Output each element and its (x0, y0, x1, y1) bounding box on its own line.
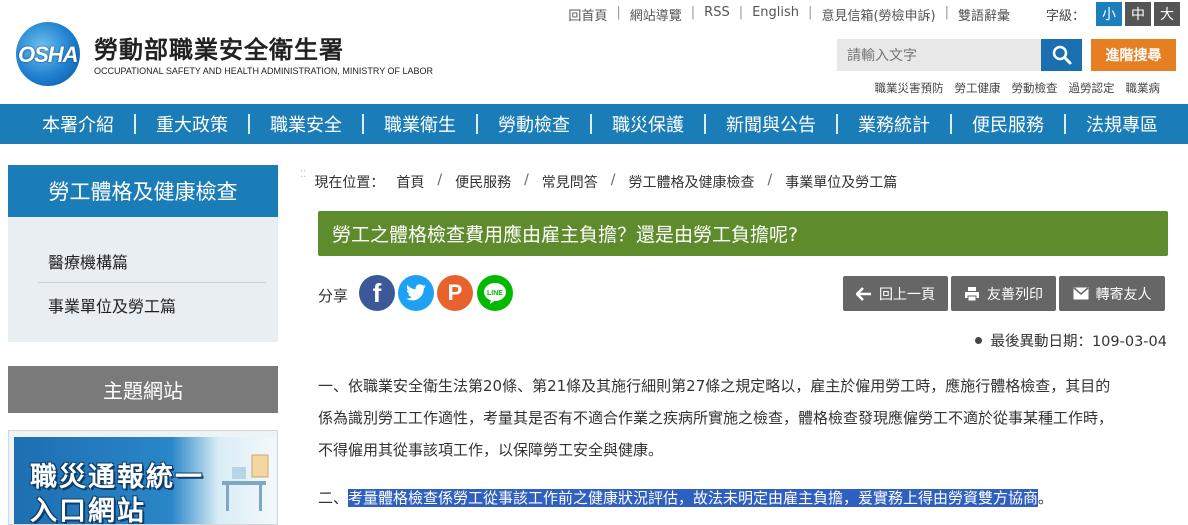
nav-divider (134, 114, 136, 134)
arrow-left-icon (856, 286, 871, 301)
print-label: 友善列印 (987, 286, 1043, 303)
nav-item-news[interactable]: 新聞與公告 (726, 104, 816, 144)
main-nav: 本署介紹 重大政策 職業安全 職業衛生 勞動檢查 職災保護 新聞與公告 業務統計… (0, 104, 1188, 144)
paragraph-line: 一、依職業安全衛生法第20條、第21條及其施行細則第27條之規定略以，雇主於僱用… (318, 377, 1111, 395)
answer-paragraph-1: 一、依職業安全衛生法第20條、第21條及其施行細則第27條之規定略以，雇主於僱用… (318, 370, 1170, 466)
office-illustration-icon (222, 454, 269, 511)
breadcrumb-label: 現在位置： (314, 175, 385, 191)
page-title: 勞工之體格檢查費用應由雇主負擔？還是由勞工負擔呢? (318, 211, 1168, 256)
nav-divider (476, 114, 478, 134)
quick-link-health[interactable]: 勞工健康 (955, 80, 1001, 96)
back-button[interactable]: 回上一頁 (843, 276, 948, 311)
forward-button[interactable]: 轉寄友人 (1059, 276, 1165, 311)
share-label: 分享 (318, 287, 349, 305)
font-size-label: 字級： (1045, 8, 1085, 24)
logo-text: OSHA (18, 42, 79, 67)
selected-text[interactable]: 考量體格檢查係勞工從事該工作前之健康狀況評估，故法未明定由雇主負擔，爰實務上得由… (348, 489, 1039, 507)
top-link-rss[interactable]: RSS (704, 5, 730, 24)
nav-item-safety[interactable]: 職業安全 (270, 104, 342, 144)
sidebar-divider (38, 282, 266, 283)
nav-item-regulations[interactable]: 法規專區 (1086, 104, 1158, 144)
font-size-control: 字級： 小 中 大 (1046, 2, 1180, 26)
font-size-large-button[interactable]: 大 (1154, 2, 1180, 26)
quick-link-prevention[interactable]: 職業災害預防 (875, 80, 944, 96)
top-link-home[interactable]: 回首頁 (568, 5, 607, 24)
top-link-feedback[interactable]: 意見信箱(勞檢申訴) (821, 5, 935, 24)
envelope-icon (1073, 287, 1088, 300)
breadcrumb-services[interactable]: 便民服務 (455, 172, 511, 192)
bullet-icon (975, 337, 983, 344)
quick-link-inspection[interactable]: 勞動檢查 (1012, 80, 1058, 96)
nav-item-hygiene[interactable]: 職業衛生 (384, 104, 456, 144)
svg-text:LINE: LINE (487, 290, 503, 297)
nav-divider (950, 114, 952, 134)
paragraph-prefix: 二、 (318, 489, 349, 507)
org-name-en: OCCUPATIONAL SAFETY AND HEALTH ADMINISTR… (94, 66, 434, 76)
theme-sites-title: 主題網站 (8, 366, 278, 413)
print-button[interactable]: 友善列印 (951, 276, 1056, 311)
twitter-icon[interactable] (398, 275, 434, 311)
breadcrumb-faq[interactable]: 常見問答 (542, 172, 598, 192)
grip-dots-icon: ⁚⁚ (300, 169, 307, 180)
breadcrumb-health-exam[interactable]: 勞工體格及健康檢查 (629, 172, 755, 192)
plurk-icon[interactable]: P (437, 275, 473, 311)
banner-background: 職災通報統一 入口網站 (14, 437, 276, 525)
nav-item-statistics[interactable]: 業務統計 (858, 104, 930, 144)
forward-label: 轉寄友人 (1095, 286, 1152, 303)
breadcrumb: ⁚⁚ 現在位置： 首頁 / 便民服務 / 常見問答 / 勞工體格及健康檢查 / … (300, 169, 898, 192)
font-size-medium-button[interactable]: 中 (1125, 2, 1151, 26)
banner-title-line2: 入口網站 (30, 496, 146, 525)
top-link-english[interactable]: English (752, 5, 799, 24)
nav-divider (248, 114, 250, 134)
nav-item-policy[interactable]: 重大政策 (156, 104, 228, 144)
paragraph-line: 不得僱用其從事該項工作，以保障勞工安全與健康。 (318, 441, 664, 459)
printer-icon (965, 286, 979, 301)
nav-divider (590, 114, 592, 134)
nav-divider (704, 114, 706, 134)
advanced-search-button[interactable]: 進階搜尋 (1091, 39, 1176, 71)
paragraph-line: 係為識別勞工工作適性，考量其是否有不適合作業之疾病所實施之檢查，體格檢查發現應僱… (318, 409, 1114, 427)
nav-divider (836, 114, 838, 134)
breadcrumb-home[interactable]: 首頁 (396, 172, 424, 192)
last-update: 最後異動日期：109-03-04 (975, 330, 1167, 351)
nav-item-protection[interactable]: 職災保護 (612, 104, 684, 144)
search-icon (1052, 45, 1071, 65)
quick-links: 職業災害預防 勞工健康 勞動檢查 過勞認定 職業病 (864, 80, 1161, 96)
top-links: 回首頁 | 網站導覽 | RSS | English | 意見信箱(勞檢申訴) | 雙語辭… (568, 5, 1010, 24)
nav-item-services[interactable]: 便民服務 (972, 104, 1044, 144)
nav-item-about[interactable]: 本署介紹 (42, 104, 114, 144)
site-header: OSHA 勞動部職業安全衛生署 OCCUPATIONAL SAFETY AND … (0, 0, 1188, 104)
font-size-small-button[interactable]: 小 (1096, 2, 1122, 26)
top-link-sitemap[interactable]: 網站導覽 (630, 5, 682, 24)
org-name[interactable]: 勞動部職業安全衛生署 (94, 30, 344, 65)
facebook-icon[interactable]: f (359, 275, 395, 311)
back-label: 回上一頁 (879, 286, 935, 303)
paragraph-suffix: 。 (1038, 489, 1054, 507)
search-input[interactable] (837, 39, 1041, 71)
line-icon[interactable]: LINE (477, 275, 513, 311)
quick-link-overwork[interactable]: 過勞認定 (1069, 80, 1115, 96)
last-update-text: 最後異動日期：109-03-04 (990, 334, 1167, 350)
sidebar-menu: 醫療機構篇 事業單位及勞工篇 (8, 217, 278, 342)
breadcrumb-current[interactable]: 事業單位及勞工篇 (785, 172, 897, 192)
answer-paragraph-2: 二、考量體格檢查係勞工從事該工作前之健康狀況評估，故法未明定由雇主負擔，爰實務上… (318, 482, 1170, 514)
nav-divider (362, 114, 364, 134)
quick-link-disease[interactable]: 職業病 (1126, 80, 1161, 96)
osha-logo[interactable]: OSHA (16, 22, 86, 86)
sidebar-item-employer[interactable]: 事業單位及勞工篇 (48, 293, 176, 317)
nav-divider (1064, 114, 1066, 134)
sidebar-item-medical[interactable]: 醫療機構篇 (48, 249, 128, 273)
sidebar-title: 勞工體格及健康檢查 (8, 165, 278, 217)
search-button[interactable] (1041, 39, 1082, 71)
report-portal-banner[interactable]: 職災通報統一 入口網站 (8, 430, 278, 525)
top-link-glossary[interactable]: 雙語辭彙 (958, 5, 1010, 24)
nav-item-inspection[interactable]: 勞動檢查 (498, 104, 570, 144)
